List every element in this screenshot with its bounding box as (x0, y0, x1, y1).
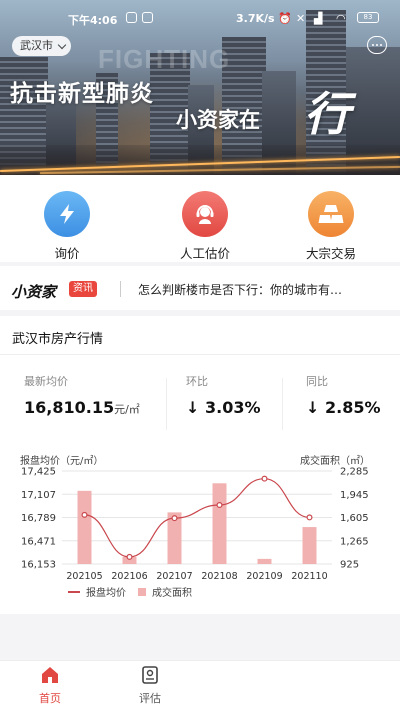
legend-line-swatch (68, 590, 80, 593)
x-tick-label: 202108 (201, 571, 237, 582)
signal-icon: ▟ (314, 12, 323, 25)
tab-label: 评估 (139, 692, 161, 705)
y-left-tick-label: 17,425 (21, 467, 56, 478)
chart-bar (77, 490, 92, 564)
x-tick-label: 202109 (246, 571, 282, 582)
chart-bar (212, 483, 227, 564)
quick-action-label: 人工估价 (179, 246, 230, 261)
network-speed: 3.7K/s (236, 12, 275, 25)
divider (282, 378, 283, 430)
legend-item: 报盘均价 (86, 588, 126, 599)
banner-subheadline: 小资家在 (176, 108, 260, 132)
status-time: 下午4:06 (68, 14, 118, 27)
city-selector[interactable]: 武汉市 (12, 36, 71, 56)
chart-point (81, 511, 88, 518)
banner-watermark: FIGHTING (98, 44, 231, 74)
legend-item: 成交面积 (152, 588, 192, 599)
section-title: 武汉市房产行情 (12, 332, 104, 347)
x-tick-label: 202110 (291, 571, 327, 582)
chart-bar (302, 527, 317, 564)
manual-valuation-button[interactable]: 人工估价 (160, 191, 250, 262)
mom-label: 环比 (186, 375, 208, 388)
x-tick-label: 202105 (66, 571, 102, 582)
latest-price-value: 16,810.15元/㎡ (24, 398, 140, 417)
x-tick-label: 202107 (156, 571, 192, 582)
tab-home[interactable]: 首页 (20, 665, 80, 706)
notification-icon (126, 12, 137, 23)
mute-icon: ✕ (296, 12, 306, 25)
legend-bar-swatch (138, 587, 146, 596)
quick-actions: 询价 人工估价 大宗交易 (0, 175, 400, 262)
message-icon[interactable] (367, 36, 387, 54)
y-left-tick-label: 16,153 (21, 560, 56, 571)
y-right-tick-label: 1,605 (340, 513, 369, 524)
customer-service-icon (182, 191, 228, 237)
status-bar: 下午4:06 3.7K/s ⏰ ✕ ▟ ◠ 83 (0, 0, 400, 34)
tab-evaluation[interactable]: 评估 (120, 665, 180, 706)
news-tag: 资讯 (69, 281, 97, 297)
y-right-tick-label: 2,285 (340, 467, 369, 478)
gold-bars-icon (308, 191, 354, 237)
y-left-tick-label: 17,107 (21, 490, 56, 501)
y-left-tick-label: 16,471 (21, 536, 56, 547)
news-ticker[interactable]: 小资家 资讯 怎么判断楼市是否下行：你的城市有… (0, 266, 400, 310)
divider (120, 281, 121, 297)
chart-point (126, 553, 133, 560)
yoy-label: 同比 (306, 375, 328, 388)
chart-point (171, 515, 178, 522)
home-icon (42, 667, 58, 683)
quick-action-label: 询价 (54, 246, 80, 261)
battery-icon: 83 (357, 12, 379, 23)
banner-road (0, 145, 400, 175)
y-right-tick-label: 1,265 (340, 536, 369, 547)
city-label: 武汉市 (20, 39, 53, 52)
price-volume-chart: 17,425 17,107 16,789 16,471 16,153 2,285 1,945… (21, 467, 369, 583)
y-left-tick-label: 16,789 (21, 513, 56, 524)
chart-legend: 报盘均价 成交面积 (68, 584, 192, 599)
chart-point (306, 514, 313, 521)
alarm-icon: ⏰ (278, 12, 292, 25)
latest-price-number: 16,810.15 (24, 398, 115, 417)
banner-headline: 抗击新型肺炎 (10, 81, 154, 107)
chart-point (261, 475, 268, 482)
mom-value: ↓ 3.03% (186, 398, 261, 417)
latest-price-label: 最新均价 (24, 375, 68, 388)
chart-bar (257, 558, 272, 564)
divider (166, 378, 167, 430)
banner-script-text: 行 (304, 87, 350, 141)
lightning-icon (44, 191, 90, 237)
tab-label: 首页 (39, 692, 61, 705)
market-section: 武汉市房产行情 最新均价 16,810.15元/㎡ 环比 ↓ 3.03% 同比 … (0, 316, 400, 614)
chart-point (216, 501, 223, 508)
quick-action-label: 大宗交易 (305, 246, 356, 261)
notification-icon (142, 12, 153, 23)
wifi-icon: ◠ (336, 12, 346, 25)
bottom-tab-bar: 首页 评估 (0, 660, 400, 711)
yoy-value: ↓ 2.85% (306, 398, 381, 417)
report-icon (142, 666, 158, 684)
bulk-trade-button[interactable]: 大宗交易 (286, 191, 376, 262)
chevron-down-icon (57, 40, 67, 49)
y-right-tick-label: 1,945 (340, 490, 369, 501)
divider (0, 354, 400, 355)
y-right-tick-label: 925 (340, 560, 359, 571)
price-unit: 元/㎡ (114, 403, 140, 416)
hero-banner[interactable]: 下午4:06 3.7K/s ⏰ ✕ ▟ ◠ 83 武汉市 FIGHTING 抗击… (0, 0, 400, 175)
x-tick-label: 202106 (111, 571, 147, 582)
news-brand: 小资家 (11, 283, 57, 301)
inquiry-button[interactable]: 询价 (22, 191, 112, 262)
news-headline[interactable]: 怎么判断楼市是否下行：你的城市有… (138, 281, 342, 298)
